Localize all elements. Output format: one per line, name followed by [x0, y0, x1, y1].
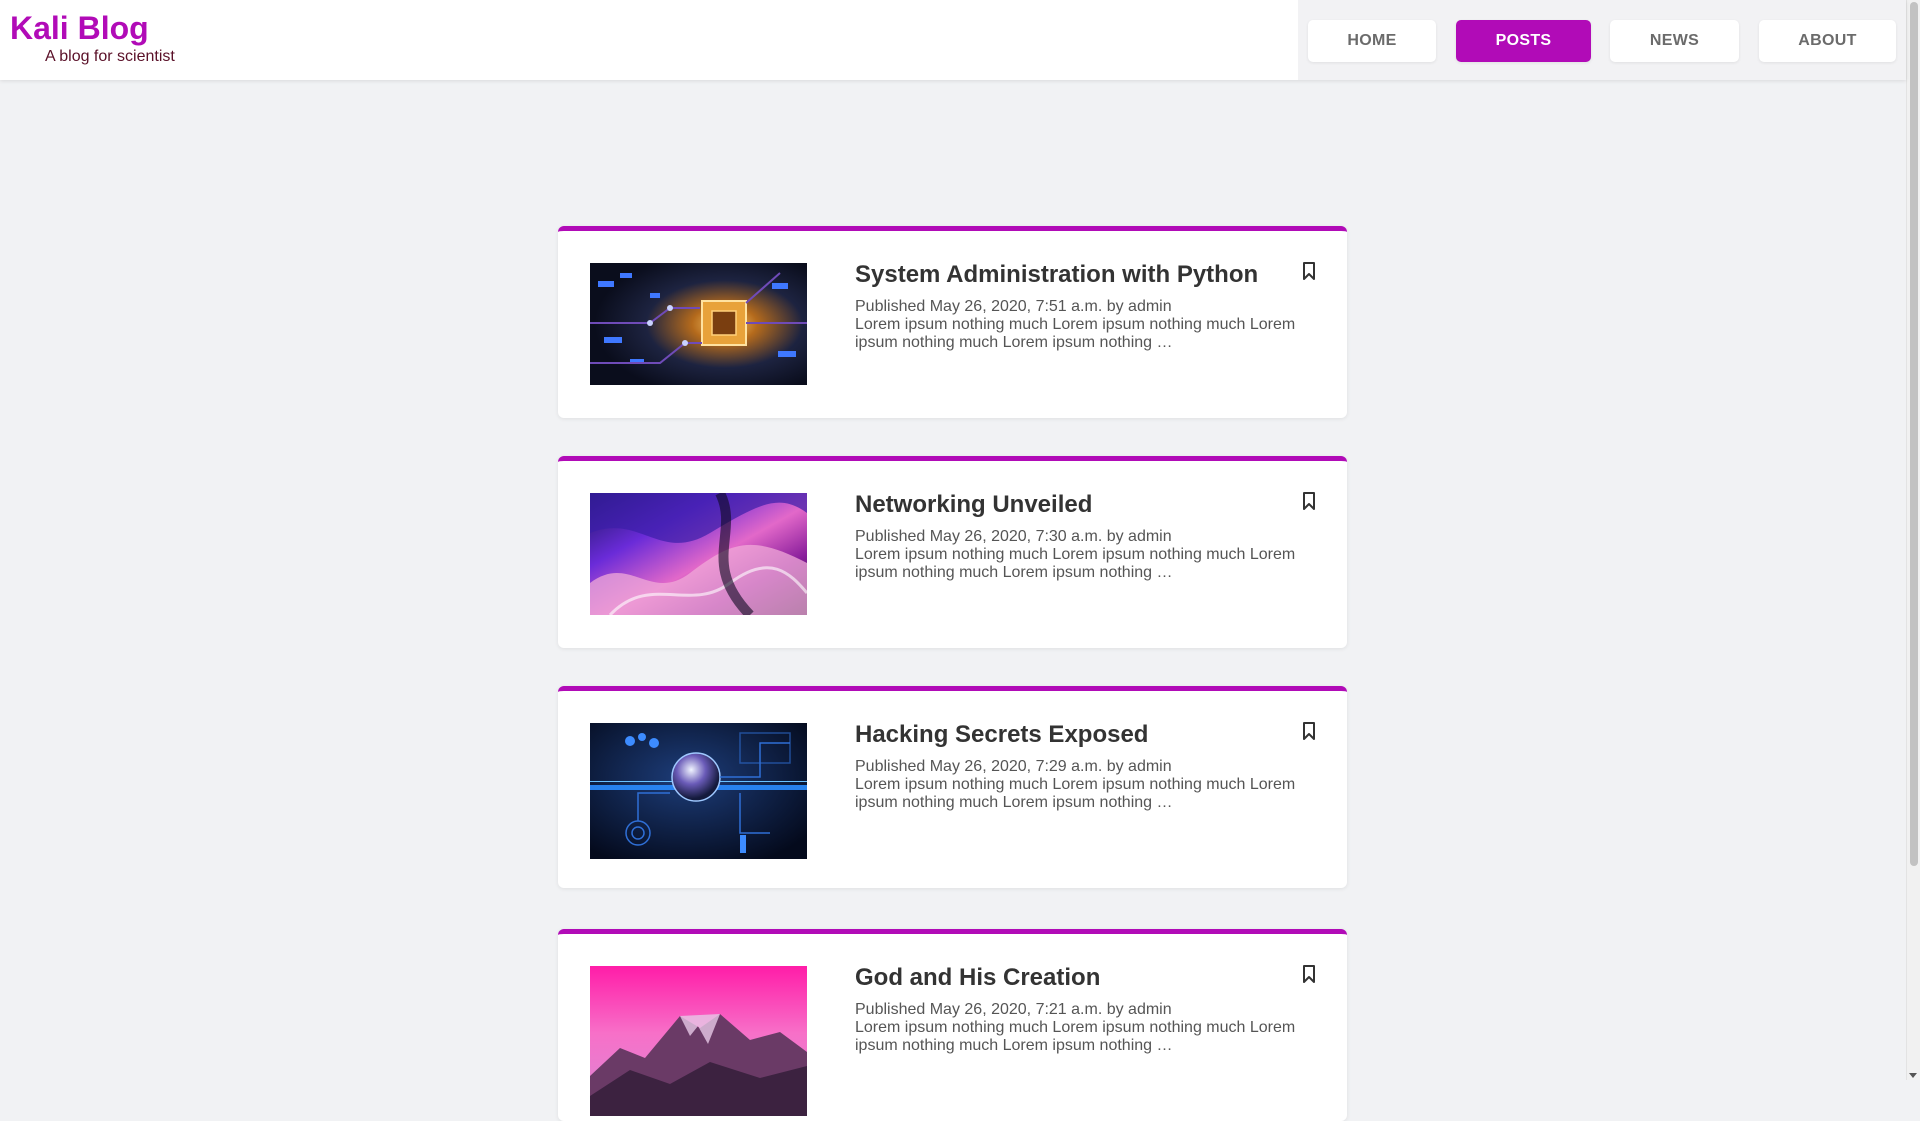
scroll-down-arrow-icon[interactable]: [1909, 1073, 1917, 1078]
post-meta: Published May 26, 2020, 7:30 a.m. by adm…: [855, 528, 1172, 545]
post-thumbnail-mountain[interactable]: [590, 966, 807, 1116]
circuit-board-cpu-image: [590, 263, 807, 385]
post-excerpt: Lorem ipsum nothing much Lorem ipsum not…: [855, 776, 1296, 811]
nav-about-button[interactable]: ABOUT: [1759, 20, 1896, 62]
bookmark-icon[interactable]: [1301, 261, 1317, 281]
post-excerpt: Lorem ipsum nothing much Lorem ipsum not…: [855, 1019, 1296, 1054]
site-title[interactable]: Kali Blog: [10, 9, 175, 47]
bookmark-icon[interactable]: [1301, 721, 1317, 741]
post-meta: Published May 26, 2020, 7:51 a.m. by adm…: [855, 298, 1172, 315]
post-title[interactable]: Hacking Secrets Exposed: [855, 721, 1148, 749]
post-title[interactable]: System Administration with Python: [855, 261, 1258, 289]
post-card: System Administration with Python Publis…: [558, 226, 1347, 418]
bookmark-icon[interactable]: [1301, 491, 1317, 511]
page-scrollbar[interactable]: [1906, 0, 1920, 1080]
site-header: Kali Blog A blog for scientist HOME POST…: [0, 0, 1906, 80]
post-card: God and His Creation Published May 26, 2…: [558, 929, 1347, 1121]
bookmark-icon[interactable]: [1301, 964, 1317, 984]
post-card: Hacking Secrets Exposed Published May 26…: [558, 686, 1347, 888]
digital-tech-sphere-image: [590, 723, 807, 859]
post-meta: Published May 26, 2020, 7:29 a.m. by adm…: [855, 758, 1172, 775]
site-tagline: A blog for scientist: [45, 48, 175, 65]
abstract-fluid-purple-image: [590, 493, 807, 615]
pink-mountain-sunset-image: [590, 966, 807, 1116]
post-title[interactable]: God and His Creation: [855, 964, 1100, 992]
brand[interactable]: Kali Blog A blog for scientist: [10, 9, 175, 67]
post-title[interactable]: Networking Unveiled: [855, 491, 1092, 519]
post-excerpt: Lorem ipsum nothing much Lorem ipsum not…: [855, 316, 1296, 351]
post-thumbnail-circuit-board[interactable]: [590, 263, 807, 385]
main-nav: HOME POSTS NEWS ABOUT: [1298, 0, 1906, 80]
nav-home-button[interactable]: HOME: [1308, 20, 1436, 62]
nav-posts-button[interactable]: POSTS: [1456, 20, 1591, 62]
nav-news-button[interactable]: NEWS: [1610, 20, 1739, 62]
scrollbar-thumb[interactable]: [1910, 2, 1918, 866]
post-thumbnail-digital-sphere[interactable]: [590, 723, 807, 859]
post-excerpt: Lorem ipsum nothing much Lorem ipsum not…: [855, 546, 1296, 581]
post-thumbnail-abstract-fluid[interactable]: [590, 493, 807, 615]
post-card: Networking Unveiled Published May 26, 20…: [558, 456, 1347, 648]
post-meta: Published May 26, 2020, 7:21 a.m. by adm…: [855, 1001, 1172, 1018]
